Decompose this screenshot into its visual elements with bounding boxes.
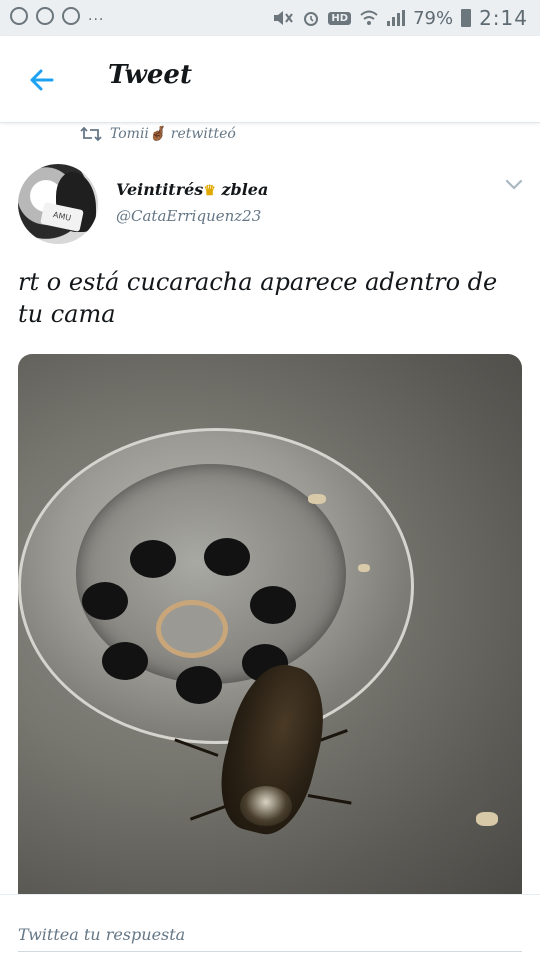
retweet-icon xyxy=(80,126,102,142)
alarm-icon xyxy=(304,12,319,26)
whatsapp-icon xyxy=(10,7,28,25)
cockroach-head xyxy=(240,786,292,826)
chevron-down-icon[interactable] xyxy=(504,178,524,192)
debris xyxy=(308,494,326,504)
avatar[interactable]: AMU xyxy=(18,164,98,244)
wifi-icon xyxy=(360,10,378,25)
status-bar-left: ... xyxy=(10,7,104,25)
status-bar-right: HD 79% 2:14 xyxy=(272,6,528,30)
drain-hole xyxy=(176,666,222,704)
app-header: Tweet xyxy=(0,36,540,123)
drain-hole xyxy=(82,582,128,620)
clock: 2:14 xyxy=(479,6,528,30)
tweet-text: rt o está cucaracha aparece adentro de t… xyxy=(18,268,498,328)
cockroach-leg xyxy=(307,794,352,805)
debris xyxy=(358,564,370,572)
cockroach-leg xyxy=(189,804,229,821)
crown-icon: ♛ xyxy=(203,183,216,199)
more-notifications: ... xyxy=(88,8,105,24)
chrome-icon xyxy=(36,7,54,25)
drain-center xyxy=(156,600,228,658)
debris xyxy=(476,812,498,826)
mute-icon xyxy=(274,11,294,25)
tweet-photo[interactable] xyxy=(18,354,522,894)
retweet-label: Tomii🤞🏾 retwitteó xyxy=(110,126,236,142)
drain-hole xyxy=(102,642,148,680)
drain-hole xyxy=(130,540,176,578)
battery-percent: 79% xyxy=(413,7,454,29)
cockroach xyxy=(174,655,352,854)
signal-icon xyxy=(387,10,406,26)
battery-icon xyxy=(461,9,472,27)
reply-input[interactable] xyxy=(18,917,522,952)
display-name-suffix: zblea xyxy=(221,180,269,199)
camera-icon xyxy=(62,7,80,25)
reply-bar xyxy=(0,894,540,961)
display-name[interactable]: Veintitrés♛ zblea xyxy=(116,180,268,199)
drain-hole xyxy=(204,538,250,576)
hd-badge: HD xyxy=(328,11,352,25)
drain-hole xyxy=(250,586,296,624)
status-bar: ... HD 79% 2:14 xyxy=(0,0,540,36)
user-handle[interactable]: @CataErriquenz23 xyxy=(116,207,261,225)
page-title: Tweet xyxy=(108,60,192,90)
display-name-text: Veintitrés xyxy=(116,180,204,199)
retweet-indicator[interactable]: Tomii🤞🏾 retwitteó xyxy=(80,126,236,142)
back-arrow-icon[interactable] xyxy=(26,64,58,96)
